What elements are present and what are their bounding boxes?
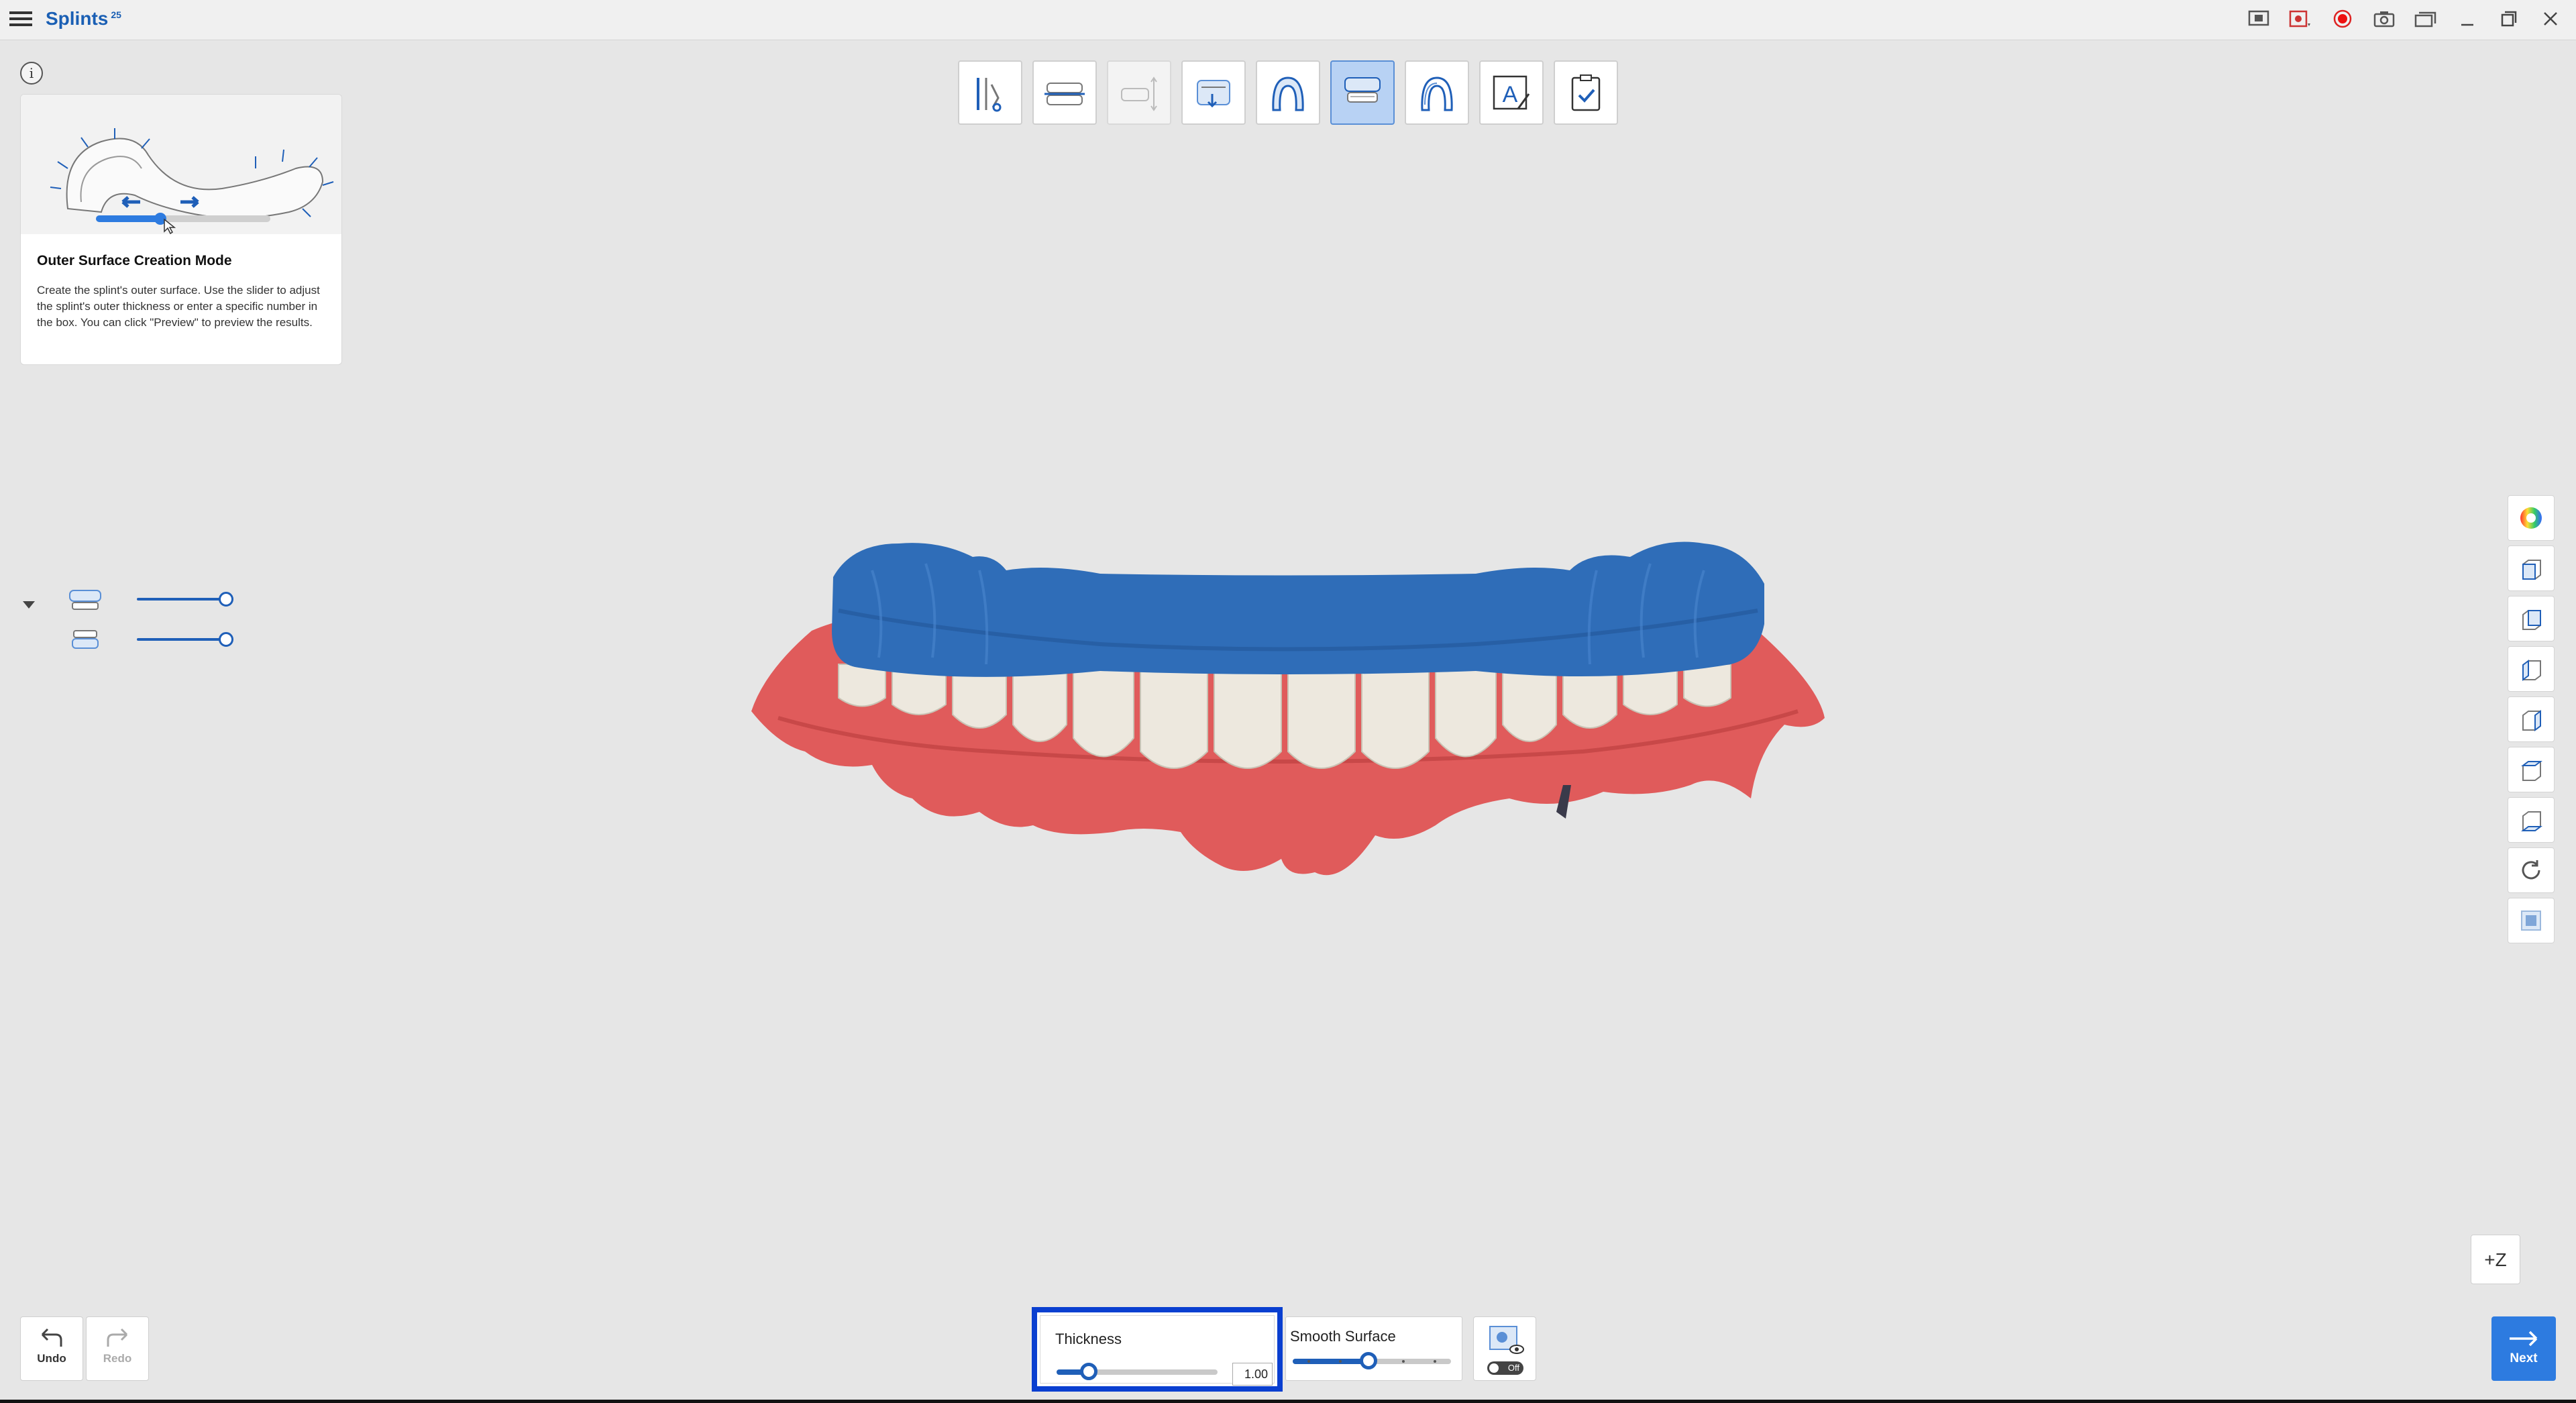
outer-surface-icon xyxy=(1344,77,1381,103)
app-title-badge: 25 xyxy=(111,9,121,20)
minimize-icon[interactable] xyxy=(2455,7,2479,31)
top-view-button[interactable] xyxy=(2508,747,2555,792)
stage-toolbar: A xyxy=(958,60,1618,125)
next-label: Next xyxy=(2510,1351,2538,1365)
guide-card: Outer Surface Creation Mode Create the s… xyxy=(20,94,342,365)
visibility-row-upper xyxy=(67,585,241,612)
stage-button-7[interactable] xyxy=(1405,60,1469,125)
stage-button-1[interactable] xyxy=(958,60,1022,125)
camera-icon[interactable] xyxy=(2372,7,2396,31)
axis-toggle-button[interactable]: +Z xyxy=(2471,1235,2520,1284)
left-view-button[interactable] xyxy=(2508,646,2555,692)
smooth-surface-handle[interactable] xyxy=(1360,1352,1378,1369)
undo-button[interactable]: Undo xyxy=(20,1316,83,1381)
upper-opacity-slider[interactable] xyxy=(137,598,225,601)
screen-share-icon[interactable] xyxy=(2247,7,2271,31)
lower-opacity-handle[interactable] xyxy=(219,632,233,647)
right-view-icon xyxy=(2522,710,2541,731)
stage-button-9[interactable] xyxy=(1554,60,1618,125)
preview-toggle[interactable]: Off xyxy=(1487,1361,1523,1375)
guide-illustration xyxy=(21,95,341,235)
top-view-icon xyxy=(2521,761,2542,781)
view-toolbar xyxy=(2508,495,2555,943)
occlusal-plane-icon xyxy=(1044,83,1085,105)
app-title: Splints 25 xyxy=(46,8,121,30)
smooth-step-dot xyxy=(1402,1360,1405,1363)
bottom-view-button[interactable] xyxy=(2508,797,2555,843)
guide-title: Outer Surface Creation Mode xyxy=(37,253,232,268)
splint-shape-icon xyxy=(1421,76,1453,111)
undo-icon xyxy=(41,1328,62,1347)
smooth-step-dot xyxy=(1338,1360,1342,1363)
next-button[interactable]: Next xyxy=(2491,1316,2556,1381)
svg-text:A: A xyxy=(1503,82,1518,107)
upper-jaw-icon[interactable] xyxy=(67,586,105,613)
dental-model-viewport[interactable] xyxy=(738,530,1838,892)
info-button[interactable]: i xyxy=(20,62,43,85)
app-title-text: Splints xyxy=(46,8,109,29)
reset-view-button[interactable] xyxy=(2508,847,2555,893)
front-view-icon xyxy=(2522,560,2541,580)
redo-icon xyxy=(107,1328,128,1347)
thickness-slider-handle[interactable] xyxy=(1080,1363,1097,1380)
redo-button[interactable]: Redo xyxy=(86,1316,149,1381)
smooth-surface-control: Smooth Surface xyxy=(1285,1316,1462,1381)
stage-button-5[interactable] xyxy=(1256,60,1320,125)
stage-button-2[interactable] xyxy=(1032,60,1097,125)
model-display-icon xyxy=(2521,911,2541,931)
back-view-button[interactable] xyxy=(2508,596,2555,641)
color-wheel-button[interactable] xyxy=(2508,495,2555,541)
record-icon[interactable] xyxy=(2330,7,2355,31)
undo-label: Undo xyxy=(37,1352,66,1365)
preview-button[interactable]: Off xyxy=(1473,1316,1536,1381)
front-view-button[interactable] xyxy=(2508,545,2555,591)
left-view-icon xyxy=(2522,660,2541,681)
record-menu-icon[interactable] xyxy=(2289,7,2313,31)
window-controls xyxy=(2247,7,2563,31)
smooth-surface-fill xyxy=(1293,1359,1369,1364)
right-view-button[interactable] xyxy=(2508,696,2555,742)
thickness-control: Thickness 1.00 xyxy=(1032,1307,1283,1392)
checklist-icon xyxy=(1571,74,1601,111)
menu-icon[interactable] xyxy=(9,8,32,31)
thickness-panel: Thickness 1.00 xyxy=(1040,1315,1275,1386)
guide-description: Create the splint's outer surface. Use t… xyxy=(37,284,320,329)
insertion-direction-icon xyxy=(1121,76,1157,111)
text-label-icon: A xyxy=(1493,75,1530,110)
arrow-right-icon xyxy=(2510,1331,2538,1347)
upper-opacity-handle[interactable] xyxy=(219,592,233,607)
close-icon[interactable] xyxy=(2538,7,2563,31)
redo-label: Redo xyxy=(103,1352,132,1365)
color-wheel-icon xyxy=(2520,507,2542,529)
collapse-caret-icon[interactable] xyxy=(23,601,35,609)
thickness-label: Thickness xyxy=(1055,1331,1122,1347)
visibility-row-lower xyxy=(67,625,241,652)
stage-button-4[interactable] xyxy=(1181,60,1246,125)
gallery-icon[interactable] xyxy=(2414,7,2438,31)
stage-button-8[interactable]: A xyxy=(1479,60,1544,125)
thickness-value-input[interactable]: 1.00 xyxy=(1232,1363,1273,1386)
lower-jaw-icon[interactable] xyxy=(67,627,105,654)
margin-line-icon xyxy=(1272,76,1304,111)
bottom-view-icon xyxy=(2521,811,2542,831)
smooth-step-dot xyxy=(1307,1360,1310,1363)
preview-icon xyxy=(1489,1326,1524,1354)
title-bar: Splints 25 xyxy=(0,0,2576,40)
restore-icon[interactable] xyxy=(2497,7,2521,31)
model-display-button[interactable] xyxy=(2508,898,2555,943)
stage-button-3[interactable] xyxy=(1107,60,1171,125)
back-view-icon xyxy=(2522,610,2541,630)
align-tools-icon xyxy=(977,78,1002,112)
stage-button-6[interactable] xyxy=(1330,60,1395,125)
bottom-border xyxy=(0,1400,2576,1403)
smooth-surface-label: Smooth Surface xyxy=(1290,1328,1396,1345)
smooth-step-dot xyxy=(1434,1360,1437,1363)
reset-view-icon xyxy=(2522,860,2540,880)
lower-opacity-slider[interactable] xyxy=(137,638,225,641)
block-out-icon xyxy=(1197,80,1230,108)
